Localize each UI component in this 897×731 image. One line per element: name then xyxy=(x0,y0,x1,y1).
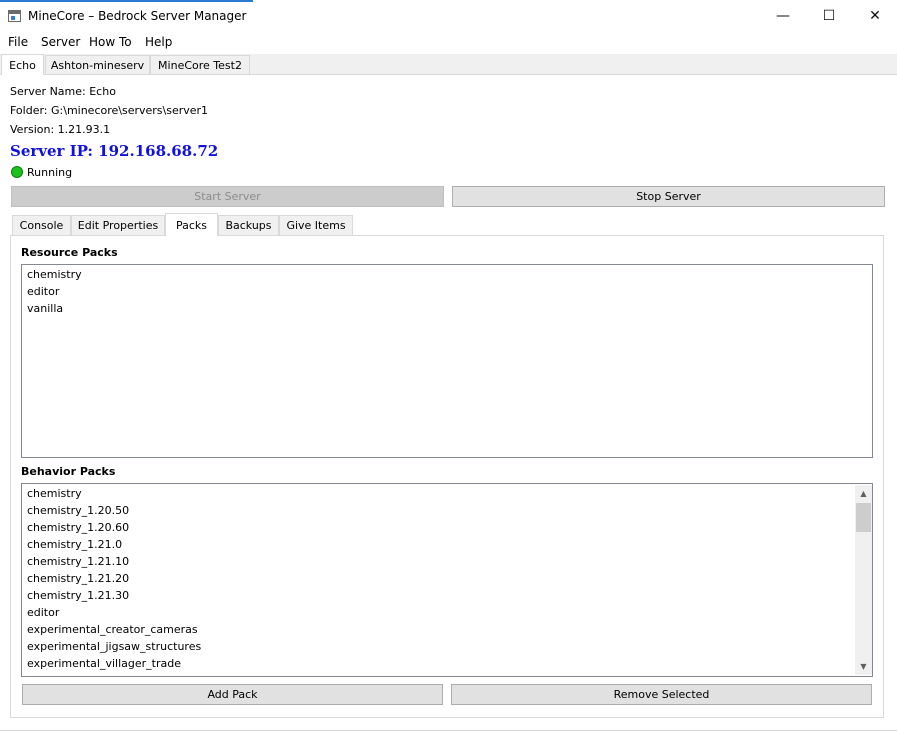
list-item[interactable]: chemistry_1.21.20 xyxy=(27,572,129,585)
server-ip-label: Server IP: 192.168.68.72 xyxy=(10,142,219,160)
list-item[interactable]: editor xyxy=(27,285,59,298)
list-item[interactable]: chemistry_1.20.60 xyxy=(27,521,129,534)
version-label: Version: 1.21.93.1 xyxy=(10,123,111,136)
list-item[interactable]: chemistry xyxy=(27,487,82,500)
resource-packs-heading: Resource Packs xyxy=(21,246,118,259)
list-item[interactable]: chemistry_1.21.0 xyxy=(27,538,122,551)
scroll-down-icon[interactable]: ▼ xyxy=(855,658,872,675)
tab-server-ashton-mineserv[interactable]: Ashton-mineserv xyxy=(45,55,150,74)
window-title: MineCore – Bedrock Server Manager xyxy=(28,9,247,23)
tab-packs[interactable]: Packs xyxy=(165,213,218,236)
list-item[interactable]: chemistry_1.20.50 xyxy=(27,504,129,517)
behavior-packs-scrollbar[interactable]: ▲ ▼ xyxy=(855,485,872,675)
status-text: Running xyxy=(27,166,73,179)
menu-server[interactable]: Server xyxy=(40,35,81,49)
behavior-packs-list[interactable]: chemistry chemistry_1.20.50 chemistry_1.20… xyxy=(21,483,873,677)
menu-file[interactable]: File xyxy=(7,35,29,49)
list-item[interactable]: chemistry xyxy=(27,268,82,281)
server-name-label: Server Name: Echo xyxy=(10,85,116,98)
list-item[interactable]: experimental_jigsaw_structures xyxy=(27,640,201,653)
stop-server-button[interactable]: Stop Server xyxy=(452,186,885,207)
close-icon[interactable]: ✕ xyxy=(852,0,897,32)
status-indicator-icon xyxy=(11,166,23,178)
scroll-thumb[interactable] xyxy=(856,503,871,532)
remove-selected-button[interactable]: Remove Selected xyxy=(451,684,872,705)
tab-backups[interactable]: Backups xyxy=(218,215,279,235)
list-item[interactable]: chemistry_1.21.10 xyxy=(27,555,129,568)
tab-console[interactable]: Console xyxy=(12,215,71,235)
list-item[interactable]: vanilla xyxy=(27,302,63,315)
list-item[interactable]: experimental_creator_cameras xyxy=(27,623,198,636)
app-window-icon xyxy=(8,10,21,22)
tab-server-minecore-test2[interactable]: MineCore Test2 xyxy=(150,55,250,74)
tab-server-echo[interactable]: Echo xyxy=(1,54,44,75)
add-pack-button[interactable]: Add Pack xyxy=(22,684,443,705)
tab-edit-properties[interactable]: Edit Properties xyxy=(71,215,165,235)
list-item[interactable]: experimental_villager_trade xyxy=(27,657,181,670)
tab-give-items[interactable]: Give Items xyxy=(279,215,353,235)
resource-packs-list[interactable]: chemistry editor vanilla xyxy=(21,264,873,458)
scroll-up-icon[interactable]: ▲ xyxy=(855,485,872,502)
maximize-icon[interactable]: ☐ xyxy=(806,0,852,32)
menu-help[interactable]: Help xyxy=(144,35,173,49)
folder-label: Folder: G:\minecore\servers\server1 xyxy=(10,104,209,117)
list-item[interactable]: chemistry_1.21.30 xyxy=(27,589,129,602)
start-server-button[interactable]: Start Server xyxy=(11,186,444,207)
title-bar-accent xyxy=(0,0,253,2)
minimize-icon[interactable]: — xyxy=(760,0,806,32)
behavior-packs-heading: Behavior Packs xyxy=(21,465,116,478)
menu-how-to[interactable]: How To xyxy=(88,35,133,49)
list-item[interactable]: editor xyxy=(27,606,59,619)
